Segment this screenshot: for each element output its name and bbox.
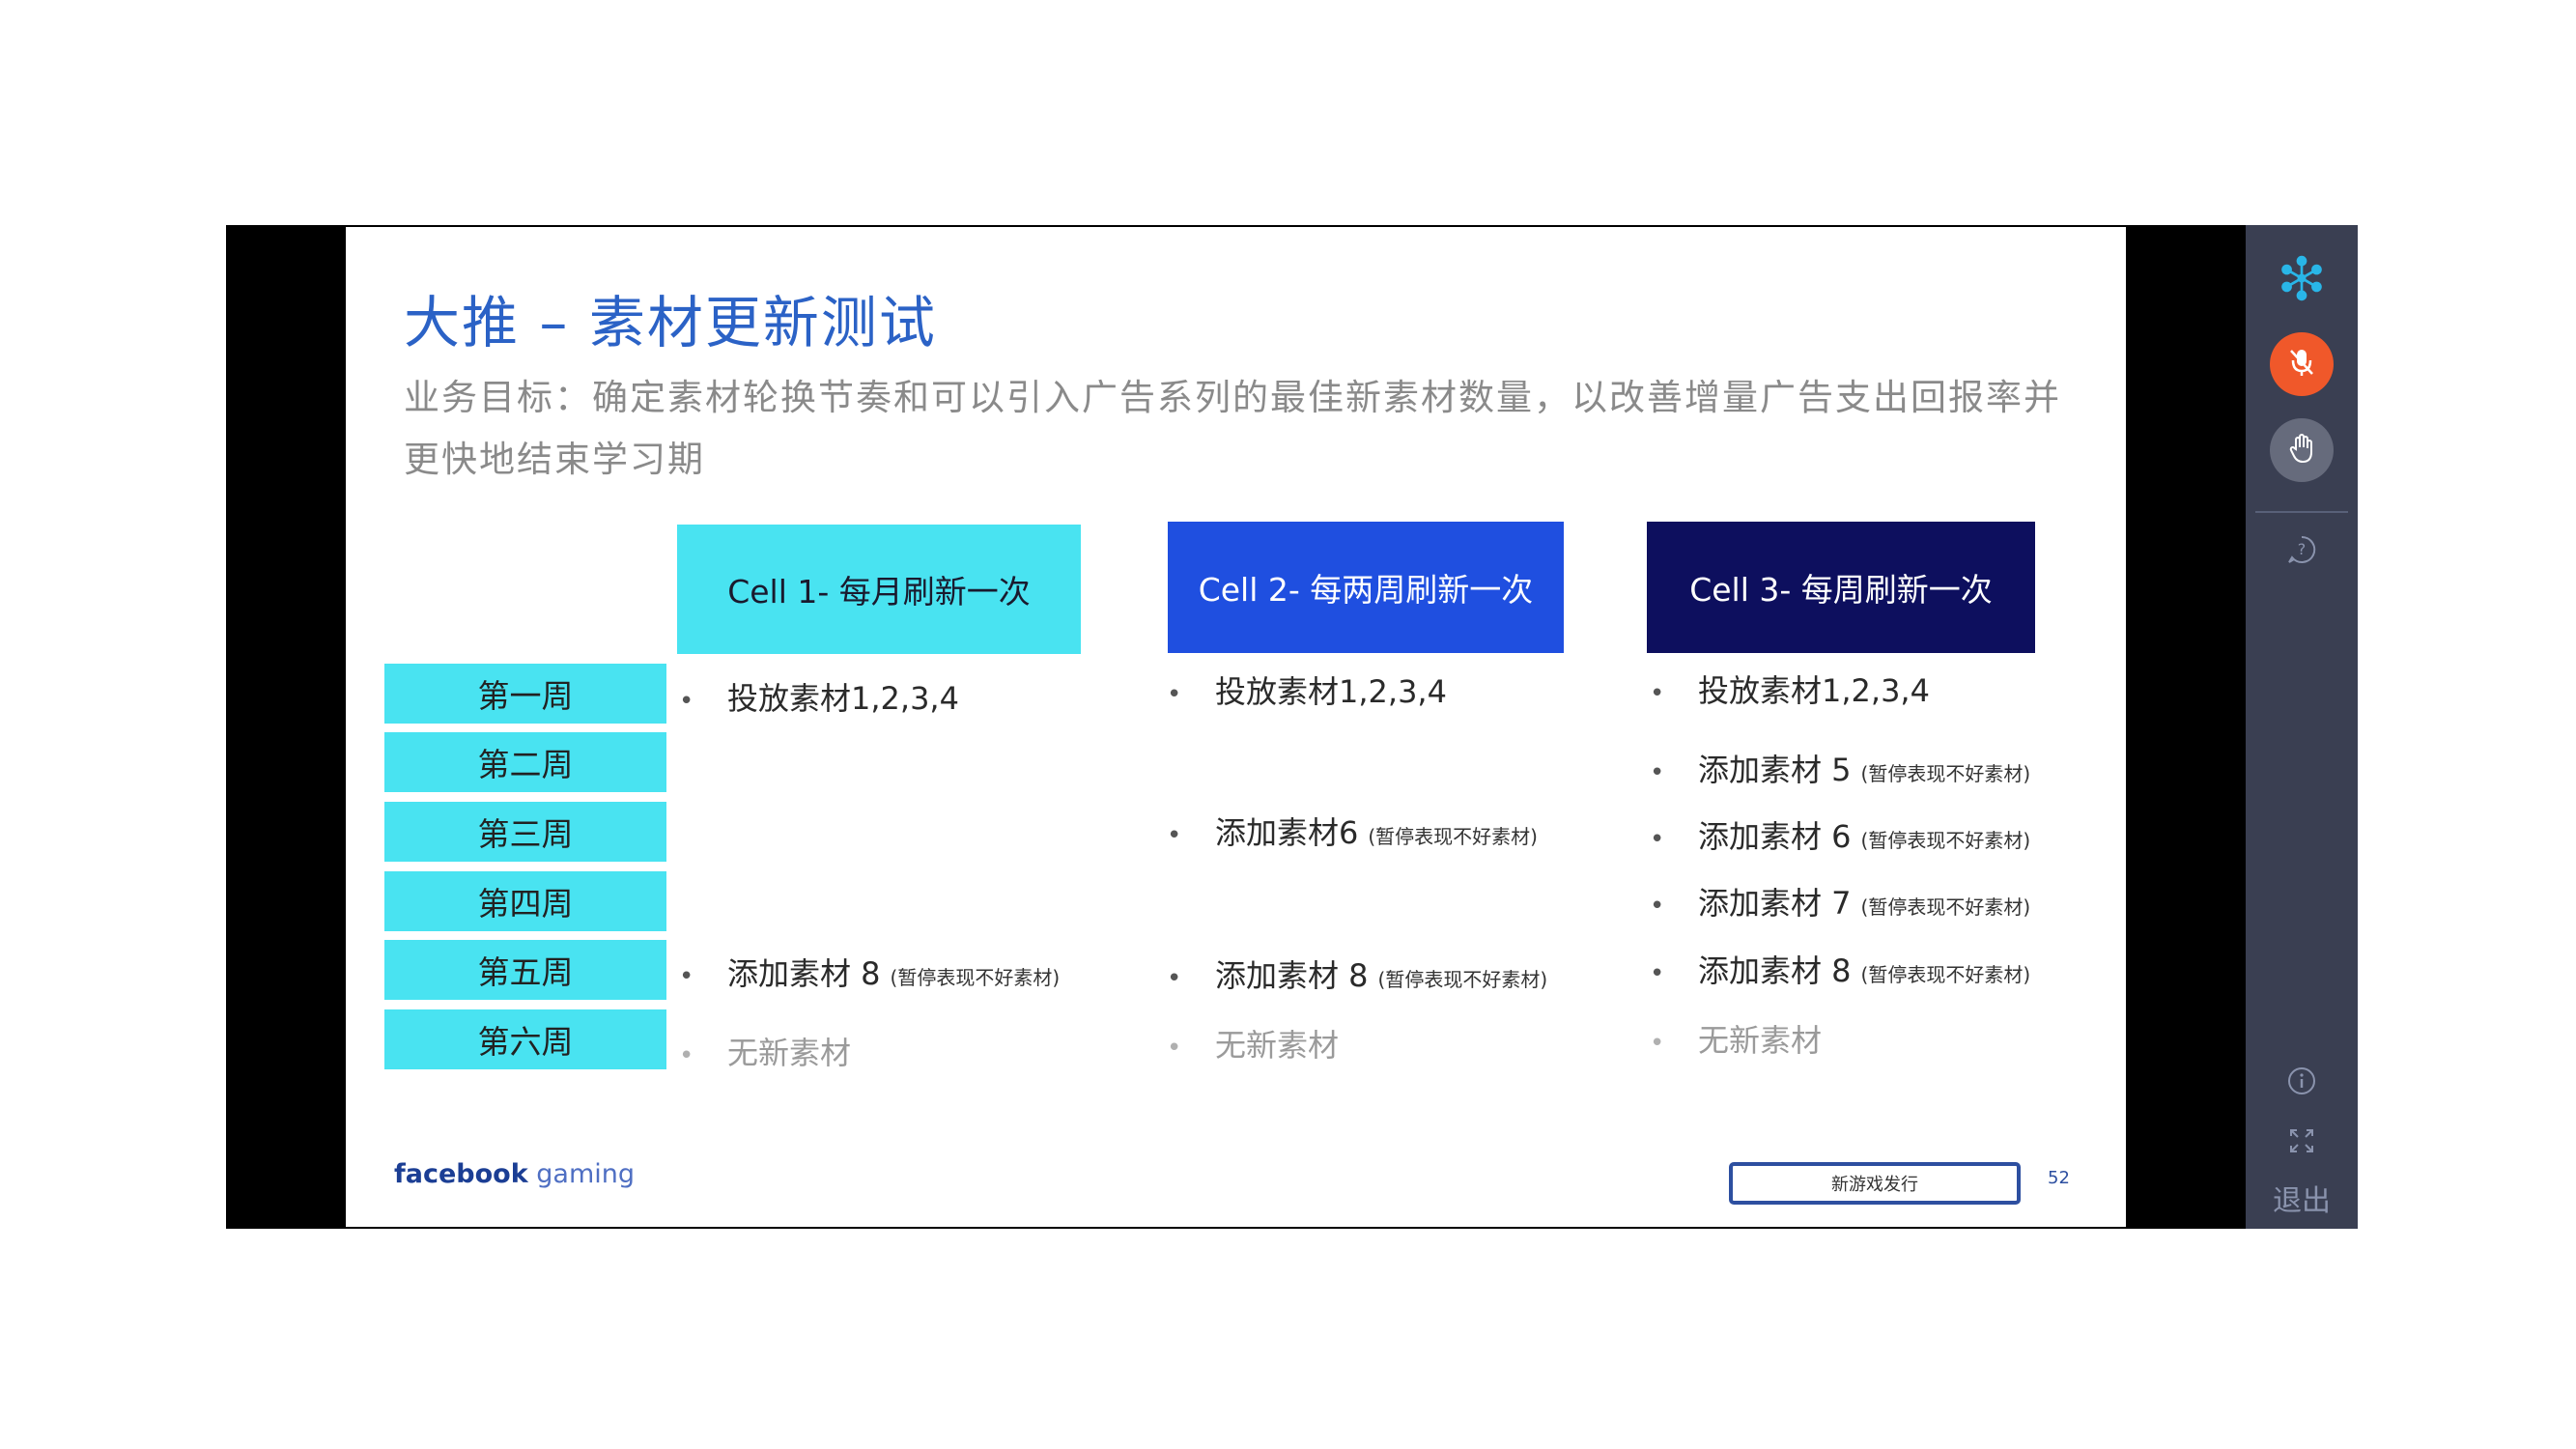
meeting-toolbar: ? 退出 bbox=[2246, 225, 2358, 1229]
raise-hand-icon bbox=[2285, 432, 2318, 469]
slide-subtitle: 业务目标：确定素材轮换节奏和可以引入广告系列的最佳新素材数量，以改善增量广告支出… bbox=[404, 377, 2061, 480]
cell-header-2: Cell 2- 每两周刷新一次 bbox=[1168, 522, 1564, 653]
raise-hand-button[interactable] bbox=[2270, 418, 2334, 482]
week-label-1: 第一周 bbox=[384, 664, 666, 724]
cell3-week6-item: • 无新素材 bbox=[1650, 1022, 1823, 1059]
microphone-icon bbox=[2285, 346, 2318, 383]
slide: 大推 – 素材更新测试 业务目标：确定素材轮换节奏和可以引入广告系列的最佳新素材… bbox=[346, 227, 2126, 1227]
presentation-frame: 大推 – 素材更新测试 业务目标：确定素材轮换节奏和可以引入广告系列的最佳新素材… bbox=[226, 225, 2358, 1229]
footer-tag: 新游戏发行 bbox=[1729, 1162, 2021, 1205]
week-label-3: 第三周 bbox=[384, 802, 666, 862]
svg-text:?: ? bbox=[2298, 540, 2307, 558]
week-label-2: 第二周 bbox=[384, 732, 666, 792]
toolbar-divider bbox=[2255, 511, 2348, 513]
info-icon[interactable] bbox=[2282, 1062, 2321, 1100]
cell3-week4-item: • 添加素材 7 (暂停表现不好素材) bbox=[1650, 885, 2031, 922]
cell2-week6-item: • 无新素材 bbox=[1167, 1027, 1340, 1064]
cell3-week3-item: • 添加素材 6 (暂停表现不好素材) bbox=[1650, 818, 2031, 855]
slide-title: 大推 – 素材更新测试 bbox=[404, 290, 937, 355]
week-label-4: 第四周 bbox=[384, 871, 666, 931]
week-label-6: 第六周 bbox=[384, 1009, 666, 1069]
exit-button[interactable]: 退出 bbox=[2246, 1177, 2358, 1219]
cell1-week1-item: • 投放素材1,2,3,4 bbox=[679, 680, 959, 717]
help-icon[interactable]: ? bbox=[2282, 530, 2321, 569]
cell3-week2-item: • 添加素材 5 (暂停表现不好素材) bbox=[1650, 752, 2031, 788]
microphone-button[interactable] bbox=[2270, 332, 2334, 396]
cell3-week1-item: • 投放素材1,2,3,4 bbox=[1650, 672, 1930, 709]
cell2-week5-item: • 添加素材 8 (暂停表现不好素材) bbox=[1167, 957, 1548, 994]
cell-header-3: Cell 3- 每周刷新一次 bbox=[1647, 522, 2035, 653]
cell1-week5-item: • 添加素材 8 (暂停表现不好素材) bbox=[679, 955, 1061, 992]
cell2-week3-item: • 添加素材6 (暂停表现不好素材) bbox=[1167, 814, 1538, 851]
cell2-week1-item: • 投放素材1,2,3,4 bbox=[1167, 673, 1447, 710]
cell-header-1: Cell 1- 每月刷新一次 bbox=[677, 525, 1081, 654]
cell1-week6-item: • 无新素材 bbox=[679, 1035, 852, 1071]
page-number: 52 bbox=[2048, 1168, 2070, 1188]
week-label-5: 第五周 bbox=[384, 940, 666, 1000]
fullscreen-icon[interactable] bbox=[2282, 1122, 2321, 1160]
snowflake-logo-icon bbox=[2278, 249, 2326, 307]
facebook-gaming-logo: facebook gaming bbox=[394, 1159, 636, 1189]
cell3-week5-item: • 添加素材 8 (暂停表现不好素材) bbox=[1650, 952, 2031, 989]
